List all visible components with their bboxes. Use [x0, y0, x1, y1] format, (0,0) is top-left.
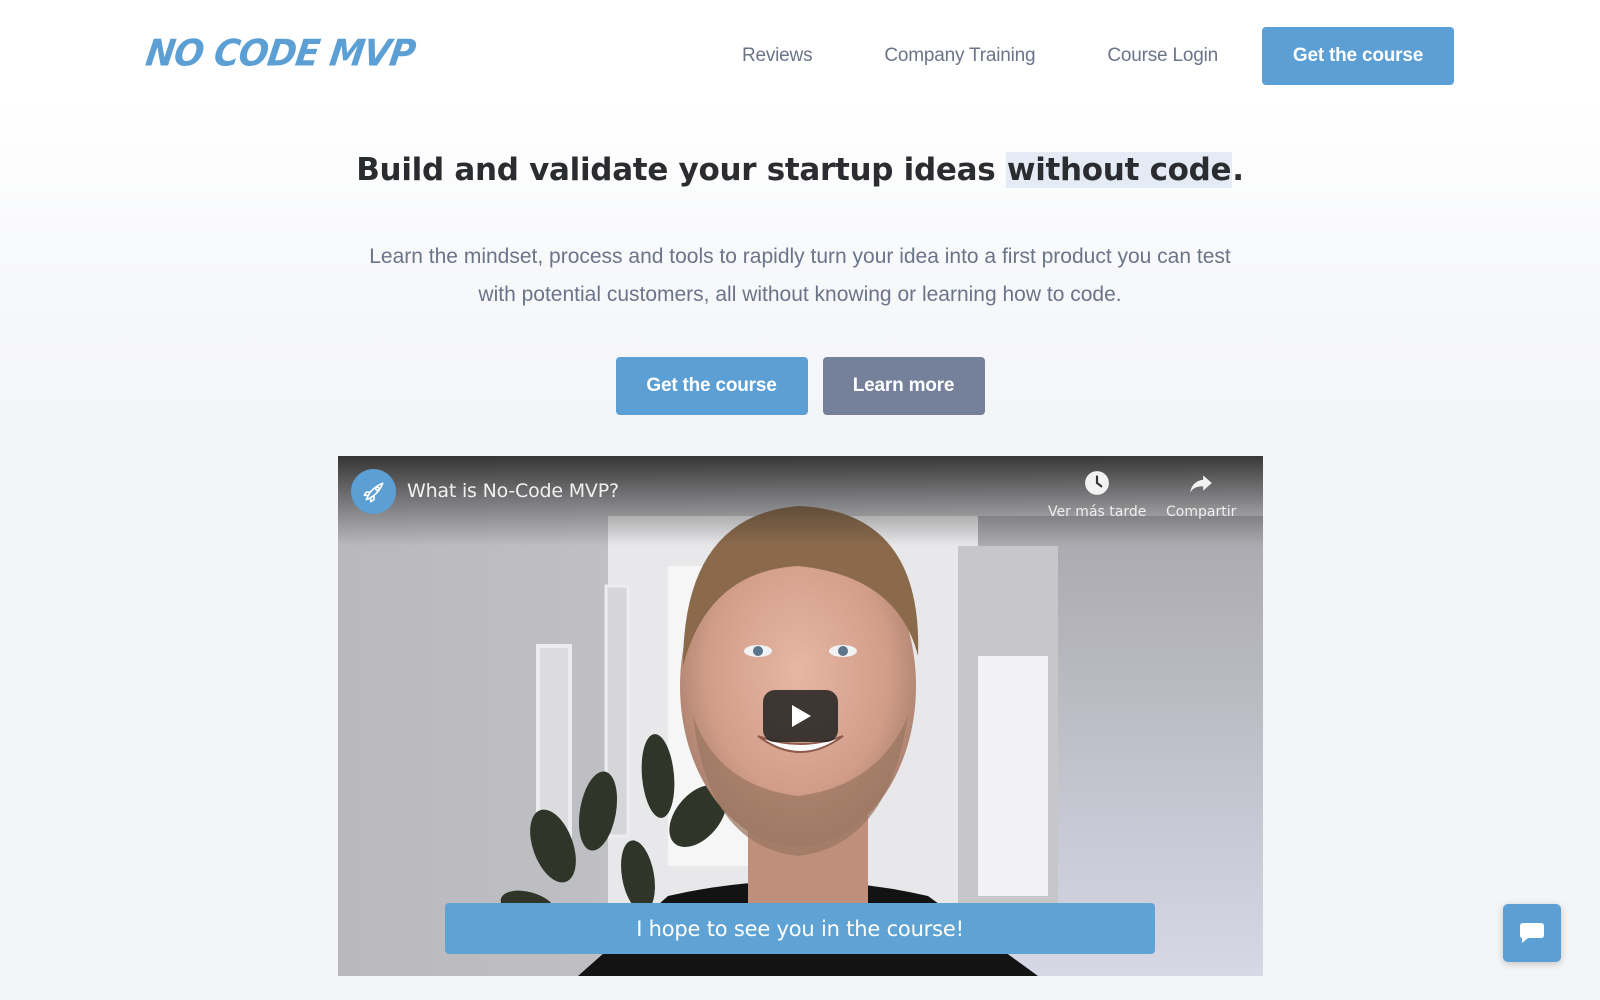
site-header: No Code MVP Reviews Company Training Cou… [0, 0, 1600, 110]
hero-learn-more-button[interactable]: Learn more [822, 357, 985, 415]
video-title[interactable]: What is No-Code MVP? [407, 480, 619, 502]
chat-widget-button[interactable] [1503, 904, 1561, 962]
hero-title-main: Build and validate your startup ideas [356, 152, 1006, 188]
share-button[interactable]: Compartir [1166, 470, 1236, 520]
hero-subtitle-line-2: with potential customers, all without kn… [478, 283, 1122, 306]
share-label: Compartir [1166, 504, 1237, 520]
chat-bubble-icon [1520, 923, 1544, 943]
rocket-icon [362, 482, 383, 503]
clock-icon [1085, 471, 1110, 495]
play-button[interactable] [763, 690, 838, 742]
video-caption: I hope to see you in the course! [445, 903, 1155, 954]
main-nav: Reviews Company Training Course Login Ge… [742, 27, 1454, 85]
logo-text: No Code MVP [143, 33, 418, 75]
watch-later-button[interactable]: Ver más tarde [1048, 470, 1146, 520]
nav-link-course-login[interactable]: Course Login [1107, 45, 1218, 67]
share-icon [1190, 475, 1213, 493]
nav-link-reviews[interactable]: Reviews [742, 45, 813, 67]
hero-subtitle-line-1: Learn the mindset, process and tools to … [369, 245, 1231, 268]
hero-title-end: . [1232, 152, 1244, 188]
hero-get-course-button[interactable]: Get the course [615, 357, 808, 415]
hero-buttons: Get the course Learn more [0, 357, 1600, 415]
header-get-course-button[interactable]: Get the course [1262, 27, 1454, 85]
watch-later-label: Ver más tarde [1048, 504, 1147, 520]
video-player[interactable]: What is No-Code MVP? Ver más tarde Compa… [338, 456, 1263, 976]
play-icon [791, 705, 811, 727]
hero-subtitle: Learn the mindset, process and tools to … [320, 238, 1280, 314]
logo[interactable]: No Code MVP [143, 30, 418, 78]
hero-title-highlight: without code [1005, 152, 1233, 188]
hero-title: Build and validate your startup ideas wi… [0, 152, 1600, 188]
nav-link-company-training[interactable]: Company Training [884, 45, 1035, 67]
channel-avatar[interactable] [351, 469, 396, 514]
